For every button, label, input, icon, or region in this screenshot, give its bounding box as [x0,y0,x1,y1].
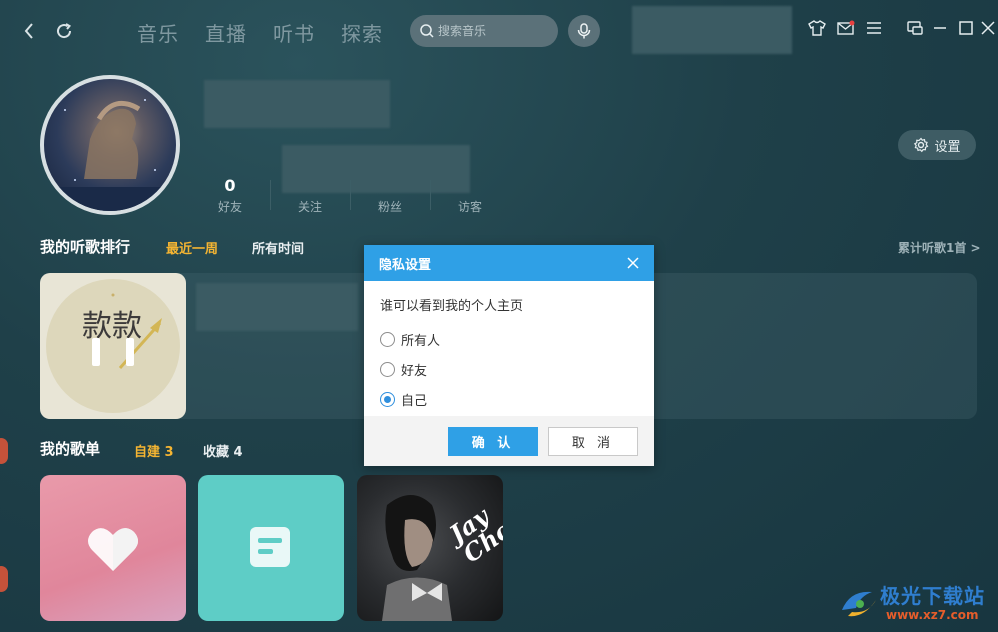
side-decoration [0,438,8,464]
tab-audiobook[interactable]: 听书 [273,18,315,47]
option-everyone-label: 所有人 [401,333,441,349]
stat-fans-count [350,176,430,196]
minimize-icon[interactable] [930,18,950,38]
stat-fans[interactable]: 粉丝 [350,176,430,215]
tab-live[interactable]: 直播 [205,18,247,47]
username-blurred [204,80,390,128]
watermark-logo-icon [842,591,876,617]
user-info-blurred[interactable] [632,6,792,54]
search-input[interactable] [438,24,548,38]
tab-self-created[interactable]: 自建 3 [134,441,174,460]
option-self-label: 自己 [401,393,428,409]
watermark-name: 极光下载站 [880,584,985,608]
stat-following-label: 关注 [297,200,322,214]
radio-friends[interactable] [380,361,395,377]
cancel-button[interactable]: 取 消 [548,427,638,456]
pause-icon-right[interactable] [126,338,134,366]
playlist-liked[interactable] [40,475,186,621]
dialog-header: 隐私设置 [364,245,654,281]
song-info-blurred [196,283,358,331]
voice-search-icon[interactable] [568,15,600,47]
settings-label: 设置 [934,139,961,155]
back-icon[interactable] [18,20,40,42]
option-friends[interactable]: 好友 [380,354,638,384]
stat-visitors[interactable]: 访客 [430,176,510,215]
playlist-default[interactable] [198,475,344,621]
option-friends-label: 好友 [401,363,428,379]
option-everyone[interactable]: 所有人 [380,324,638,354]
stat-following-count [270,176,350,196]
confirm-button[interactable]: 确 认 [448,427,538,456]
profile-stats: 0 好友 关注 粉丝 访客 [190,176,510,215]
stat-friends-count: 0 [224,176,236,195]
dialog-footer: 确 认 取 消 [364,416,654,466]
watermark: 极光下载站 www.xz7.com [838,578,998,628]
mini-mode-icon[interactable] [905,18,925,38]
playlist-jay-chou[interactable]: Jay Chou [357,475,503,621]
stat-fans-label: 粉丝 [377,200,402,214]
top-bar: 音乐 直播 听书 探索 [0,0,998,64]
cover-decoration [111,293,162,369]
stat-visitors-count [430,176,510,196]
side-decoration [0,566,8,592]
playlists-title: 我的歌单 [40,440,101,458]
ranking-song-cover[interactable]: 款款 [40,273,186,419]
stat-friends[interactable]: 0 好友 [190,176,270,215]
tab-all-time[interactable]: 所有时间 [252,238,304,257]
tab-music[interactable]: 音乐 [137,18,179,47]
dialog-body: 谁可以看到我的个人主页 所有人 好友 自己 [364,281,654,416]
pause-icon-left[interactable] [92,338,100,366]
stat-friends-label: 好友 [217,200,242,214]
tab-collected[interactable]: 收藏 4 [203,441,243,460]
close-window-icon[interactable] [978,18,998,38]
search-icon [420,24,434,38]
privacy-dialog: 隐私设置 谁可以看到我的个人主页 所有人 好友 自己 确 认 取 消 [364,245,654,466]
refresh-icon[interactable] [53,20,75,42]
radio-everyone[interactable] [380,331,395,347]
radio-self[interactable] [380,391,395,407]
dialog-title: 隐私设置 [379,257,432,273]
playlist-icon [250,527,290,567]
tab-explore[interactable]: 探索 [341,18,383,47]
mail-icon[interactable] [836,18,856,38]
privacy-question: 谁可以看到我的个人主页 [380,299,524,314]
option-self[interactable]: 自己 [380,384,638,414]
search-box[interactable] [410,15,558,47]
stat-visitors-label: 访客 [457,200,482,214]
maximize-icon[interactable] [956,18,976,38]
tab-recent-week[interactable]: 最近一周 [166,238,218,257]
stat-following[interactable]: 关注 [270,176,350,215]
close-icon[interactable] [626,256,640,270]
total-listened-link[interactable]: 累计听歌1首 > [898,239,981,256]
avatar[interactable] [40,75,180,215]
ranking-title: 我的听歌排行 [40,238,131,256]
settings-button[interactable]: 设置 [898,130,976,160]
gear-icon [914,137,929,153]
heart-icon [88,528,138,571]
skin-icon[interactable] [807,18,827,38]
watermark-url: www.xz7.com [886,608,979,622]
menu-icon[interactable] [864,18,884,38]
